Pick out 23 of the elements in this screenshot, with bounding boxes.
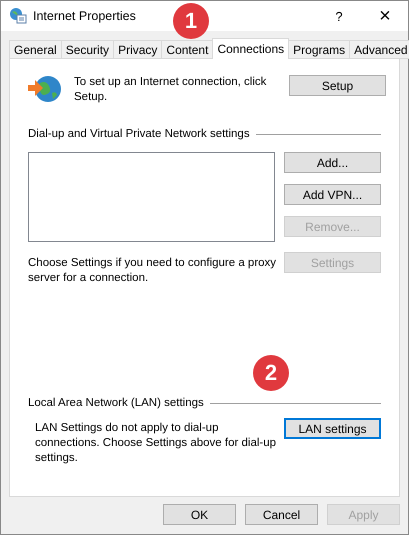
window-title: Internet Properties (33, 9, 136, 23)
tab[interactable]: Security (60, 40, 114, 59)
button[interactable]: LAN settings (284, 418, 381, 439)
button[interactable]: Add VPN... (284, 184, 381, 205)
globe-icon (28, 75, 62, 103)
proxy-description: Choose Settings if you need to configure a proxy server for a connection. (28, 256, 278, 286)
tab[interactable]: General (9, 40, 62, 59)
button[interactable]: Add... (284, 152, 381, 173)
connections-list[interactable] (28, 152, 275, 242)
close-button[interactable]: × (362, 1, 408, 31)
tab[interactable]: Advanced (349, 40, 409, 59)
tab[interactable]: Privacy (113, 40, 162, 59)
setup-description: To set up an Internet connection, click Setup. (74, 75, 268, 105)
button[interactable]: Cancel (245, 504, 318, 525)
section-heading: Dial-up and Virtual Private Network settings (28, 127, 250, 142)
tab[interactable]: Connections (212, 38, 290, 59)
section-heading: Local Area Network (LAN) settings (28, 396, 204, 411)
tab[interactable]: Programs (288, 40, 350, 59)
button[interactable]: Setup (289, 75, 386, 96)
globe-icon (9, 7, 27, 25)
button[interactable]: OK (163, 504, 236, 525)
help-button[interactable]: ? (316, 1, 362, 31)
lan-description: LAN Settings do not apply to dial-up connections. Choose Settings above for dial-up settings. (35, 421, 278, 466)
